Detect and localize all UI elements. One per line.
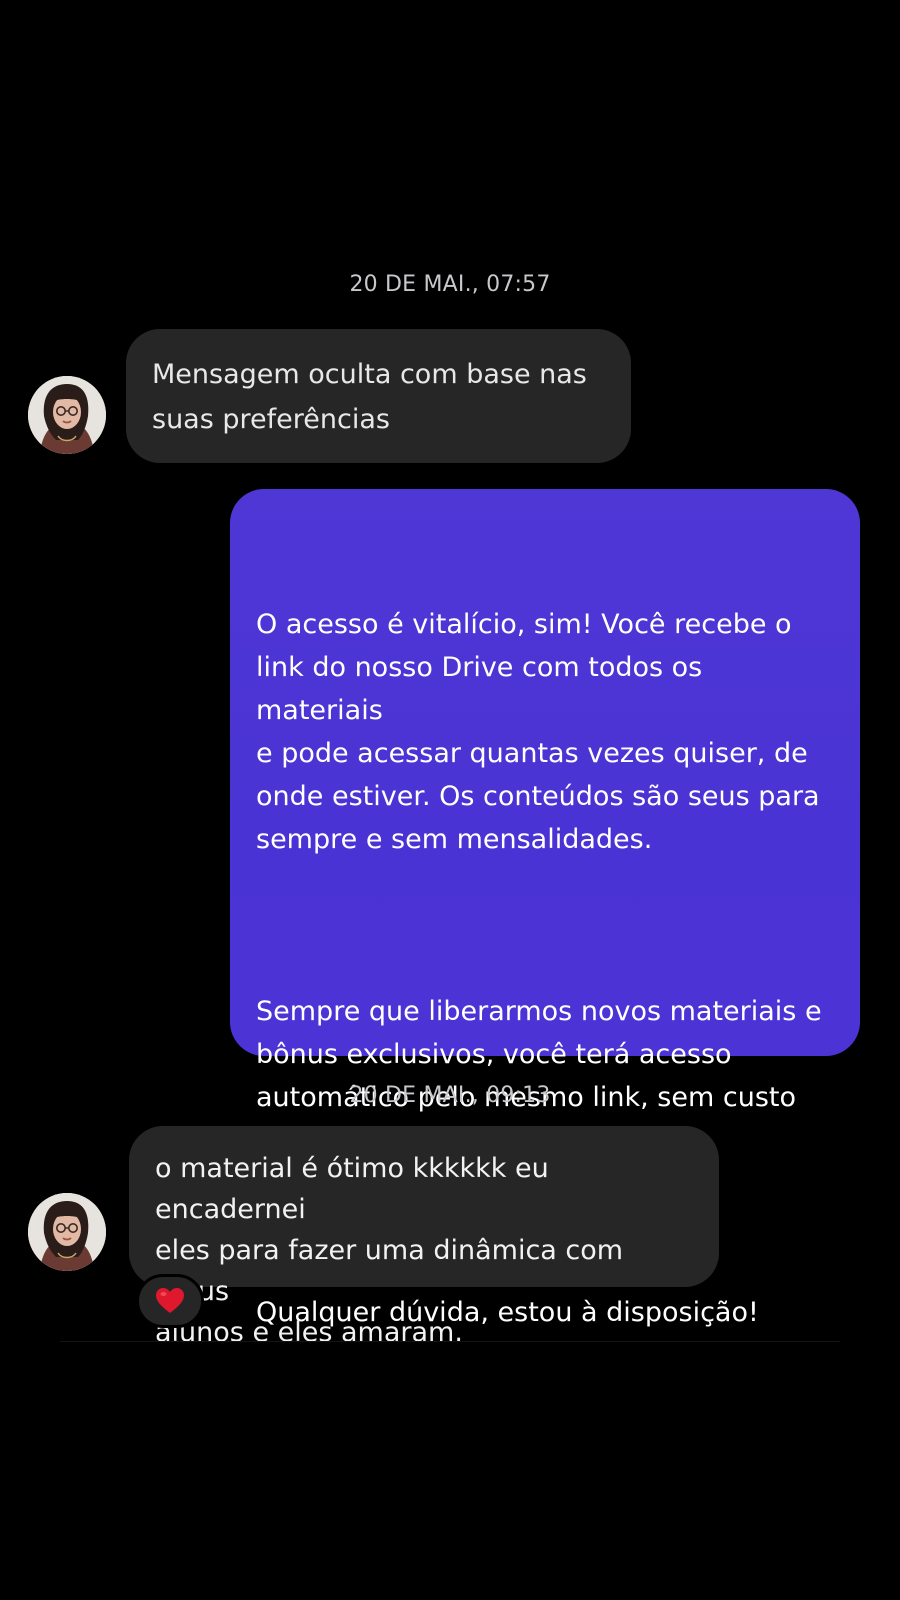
hidden-message-bubble[interactable]: Mensagem oculta com base nas suas prefer…	[126, 329, 631, 463]
outgoing-message-bubble[interactable]: O acesso é vitalício, sim! Você recebe o…	[230, 489, 860, 1328]
message-paragraph: O acesso é vitalício, sim! Você recebe o…	[256, 609, 820, 855]
reaction-pill[interactable]	[136, 1274, 204, 1328]
contact-avatar[interactable]	[28, 1193, 106, 1271]
thread-divider	[60, 1341, 840, 1342]
avatar-image	[28, 1193, 106, 1271]
avatar-image	[28, 376, 106, 454]
timestamp: 20 DE MAI., 09:13	[349, 1083, 551, 1108]
incoming-message-bubble[interactable]: o material é ótimo kkkkkk eu encadernei …	[129, 1126, 719, 1348]
red-heart-icon	[156, 1288, 184, 1313]
timestamp: 20 DE MAI., 07:57	[349, 272, 551, 297]
contact-avatar[interactable]	[28, 376, 106, 454]
